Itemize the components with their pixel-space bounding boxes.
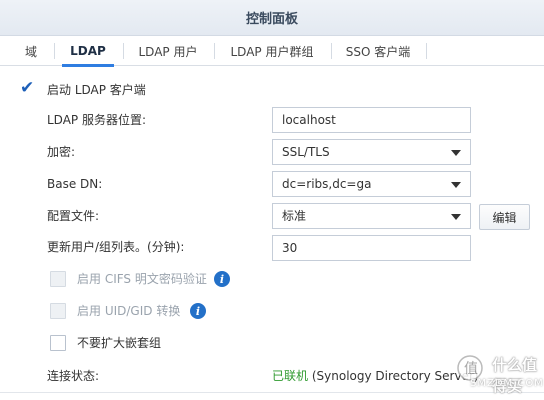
profile-value: 标准 <box>282 209 307 223</box>
encryption-select[interactable]: SSL/TLS <box>272 139 471 165</box>
svg-text:值: 值 <box>464 361 478 377</box>
enable-ldap-label: 启动 LDAP 客户端 <box>47 83 146 97</box>
tab-separator <box>54 43 55 59</box>
encryption-label: 加密: <box>47 145 76 159</box>
refresh-interval-input[interactable]: 30 <box>272 235 471 261</box>
profile-select[interactable]: 标准 <box>272 203 471 229</box>
uid-gid-label: 启用 UID/GID 转换 <box>77 304 181 318</box>
encryption-value: SSL/TLS <box>282 145 330 159</box>
info-icon[interactable]: i <box>214 271 230 287</box>
no-nested-checkbox[interactable] <box>50 335 66 351</box>
cifs-auth-label: 启用 CIFS 明文密码验证 <box>77 272 207 286</box>
chevron-down-icon <box>451 150 461 156</box>
base-dn-select[interactable]: dc=ribs,dc=ga <box>272 171 471 197</box>
tab-separator <box>331 43 332 59</box>
server-location-label: LDAP 服务器位置: <box>47 113 147 127</box>
connection-status-label: 连接状态: <box>47 369 100 383</box>
server-location-input[interactable]: localhost <box>272 107 471 133</box>
checkmark-icon: ✔ <box>20 78 35 98</box>
base-dn-label: Base DN: <box>47 177 103 191</box>
base-dn-value: dc=ribs,dc=ga <box>282 177 372 191</box>
tab-domain[interactable]: 域 <box>14 36 48 66</box>
chevron-down-icon <box>451 214 461 220</box>
tab-separator <box>214 43 215 59</box>
info-icon[interactable]: i <box>190 303 206 319</box>
tab-separator <box>426 43 427 59</box>
tab-ldap-groups[interactable]: LDAP 用户群组 <box>216 36 328 66</box>
chevron-down-icon <box>451 182 461 188</box>
tab-bar: 域 LDAP LDAP 用户 LDAP 用户群组 SSO 客户端 <box>0 36 544 67</box>
cifs-auth-checkbox[interactable] <box>50 271 66 287</box>
uid-gid-checkbox[interactable] <box>50 303 66 319</box>
edit-profile-button[interactable]: 编辑 <box>479 204 530 230</box>
tab-separator <box>123 43 124 59</box>
status-online: 已联机 <box>272 369 309 383</box>
tab-ldap-users[interactable]: LDAP 用户 <box>125 36 211 66</box>
profile-label: 配置文件: <box>47 209 100 223</box>
watermark-text: 什么值得买 <box>492 356 538 395</box>
tab-sso-client[interactable]: SSO 客户端 <box>333 36 423 66</box>
enable-ldap-checkbox[interactable]: ✔ <box>20 78 36 98</box>
tab-ldap[interactable]: LDAP <box>56 36 120 67</box>
window-title: 控制面板 <box>245 12 298 27</box>
window-title-bar: 控制面板 <box>0 0 544 36</box>
refresh-interval-label: 更新用户/组列表。(分钟): <box>47 240 185 254</box>
watermark-site: SMZDM.COM <box>470 378 544 389</box>
no-nested-label: 不要扩大嵌套组 <box>77 336 162 350</box>
